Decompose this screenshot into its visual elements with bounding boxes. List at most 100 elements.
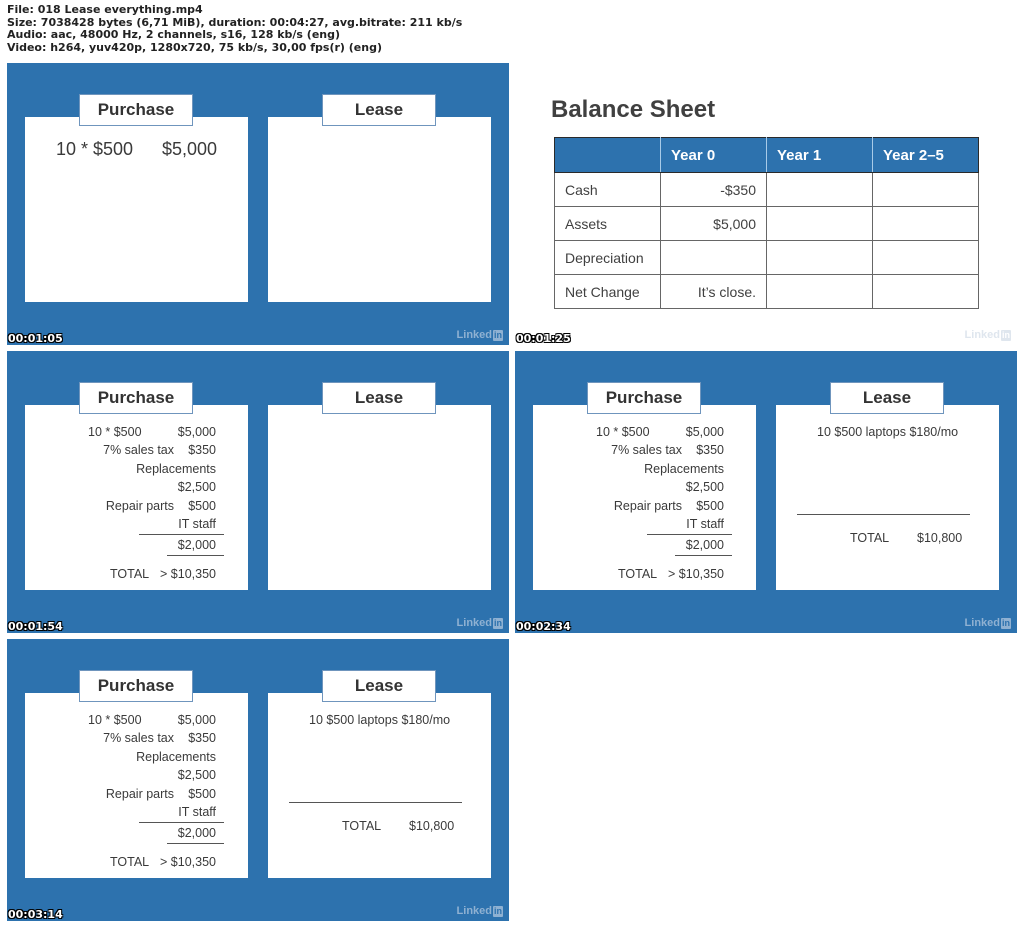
linkedin-logo: Linked in <box>965 329 1011 341</box>
divider <box>647 534 732 535</box>
file-info-header: File: 018 Lease everything.mp4 Size: 703… <box>7 3 462 54</box>
purchase-repair-value: $500 <box>696 499 724 513</box>
purchase-title: Purchase <box>79 94 193 126</box>
lease-total-label: TOTAL <box>342 819 382 833</box>
purchase-total-value: > $10,350 <box>160 567 216 581</box>
purchase-line-label: 10 * $500 <box>56 139 134 159</box>
linkedin-wordmark: Linked <box>456 905 492 917</box>
purchase-tax-label: 7% sales tax <box>611 443 682 457</box>
row-label: Cash <box>554 172 661 207</box>
purchase-units-label: 10 * $500 <box>88 425 142 439</box>
cell-year1 <box>766 172 873 207</box>
lease-card <box>268 405 491 590</box>
purchase-units-label: 10 * $500 <box>88 713 142 727</box>
linkedin-in-icon: in <box>1001 617 1011 629</box>
purchase-total-value: > $10,350 <box>668 567 724 581</box>
linkedin-in-icon: in <box>1001 329 1011 341</box>
timestamp: 00:01:05 <box>8 332 63 345</box>
purchase-tax-label: 7% sales tax <box>103 731 174 745</box>
row-label: Net Change <box>554 274 661 309</box>
video-thumbnail-2[interactable]: Balance Sheet Year 0 Year 1 Year 2–5 Cas… <box>515 63 1017 345</box>
linkedin-in-icon: in <box>493 905 503 917</box>
cell-year2-5 <box>872 206 979 241</box>
video-thumbnail-1[interactable]: Purchase Lease 10 * $500 $5,000 Linked in… <box>7 63 509 345</box>
cell-year0: $5,000 <box>660 206 767 241</box>
purchase-total-label: TOTAL <box>618 567 658 581</box>
purchase-units-value: $5,000 <box>685 425 724 439</box>
row-label: Depreciation <box>554 240 661 275</box>
purchase-units-value: $5,000 <box>177 425 216 439</box>
divider <box>139 534 224 535</box>
timestamp: 00:02:34 <box>516 620 571 633</box>
purchase-tax-value: $350 <box>188 443 216 457</box>
purchase-total-label: TOTAL <box>110 855 150 869</box>
linkedin-logo: Linked in <box>457 905 503 917</box>
linkedin-wordmark: Linked <box>964 617 1000 629</box>
purchase-it-staff-label: IT staff <box>178 805 216 819</box>
lease-total-label: TOTAL <box>850 531 890 545</box>
lease-total-value: $10,800 <box>917 531 963 545</box>
lease-title: Lease <box>322 670 436 702</box>
purchase-repair-label: Repair parts <box>105 787 174 801</box>
purchase-total-label: TOTAL <box>110 567 150 581</box>
linkedin-wordmark: Linked <box>456 617 492 629</box>
cell-year1 <box>766 206 873 241</box>
purchase-replacements-label: Replacements <box>136 750 216 764</box>
purchase-line-value: $5,000 <box>162 139 218 159</box>
table-row: Depreciation <box>554 240 979 275</box>
cell-year0: It’s close. <box>660 274 767 309</box>
lease-line: 10 $500 laptops $180/mo <box>309 713 451 727</box>
purchase-replacements-value: $2,500 <box>177 768 216 782</box>
cell-year2-5 <box>872 240 979 275</box>
purchase-it-staff-value: $2,000 <box>685 538 724 552</box>
lease-title: Lease <box>830 382 944 414</box>
video-thumbnail-4[interactable]: Purchase Lease 10 * $500 $5,000 7% sales… <box>515 351 1017 633</box>
cell-year0 <box>660 240 767 275</box>
purchase-total-value: > $10,350 <box>160 855 216 869</box>
cell-year2-5 <box>872 172 979 207</box>
purchase-tax-value: $350 <box>188 731 216 745</box>
linkedin-wordmark: Linked <box>964 329 1000 341</box>
purchase-repair-label: Repair parts <box>105 499 174 513</box>
file-name-line: File: 018 Lease everything.mp4 <box>7 3 203 16</box>
table-header-row: Year 0 Year 1 Year 2–5 <box>554 137 979 173</box>
purchase-title: Purchase <box>587 382 701 414</box>
divider <box>167 843 224 844</box>
divider <box>675 555 732 556</box>
purchase-it-staff-value: $2,000 <box>177 826 216 840</box>
cell-year1 <box>766 240 873 275</box>
linkedin-logo: Linked in <box>965 617 1011 629</box>
divider <box>797 514 970 515</box>
balance-sheet-table: Year 0 Year 1 Year 2–5 Cash -$350 Assets… <box>554 137 979 309</box>
video-thumbnail-3[interactable]: Purchase Lease 10 * $500 $5,000 7% sales… <box>7 351 509 633</box>
cell-year2-5 <box>872 274 979 309</box>
purchase-replacements-value: $2,500 <box>685 480 724 494</box>
lease-title: Lease <box>322 382 436 414</box>
divider <box>167 555 224 556</box>
table-row: Net Change It’s close. <box>554 274 979 309</box>
balance-sheet-title: Balance Sheet <box>551 96 716 123</box>
purchase-title: Purchase <box>79 670 193 702</box>
row-label: Assets <box>554 206 661 241</box>
column-header <box>554 137 661 173</box>
video-thumbnail-5[interactable]: Purchase Lease 10 * $500 $5,000 7% sales… <box>7 639 509 921</box>
table-row: Cash -$350 <box>554 172 979 207</box>
video-info-line: Video: h264, yuv420p, 1280x720, 75 kb/s,… <box>7 40 382 54</box>
purchase-replacements-label: Replacements <box>644 462 724 476</box>
purchase-replacements-label: Replacements <box>136 462 216 476</box>
timestamp: 00:03:14 <box>8 908 63 921</box>
column-header: Year 2–5 <box>872 137 979 173</box>
purchase-units-value: $5,000 <box>177 713 216 727</box>
table-row: Assets $5,000 <box>554 206 979 241</box>
purchase-title: Purchase <box>79 382 193 414</box>
column-header: Year 1 <box>766 137 873 173</box>
linkedin-logo: Linked in <box>457 617 503 629</box>
purchase-tax-value: $350 <box>696 443 724 457</box>
audio-info-line: Audio: aac, 48000 Hz, 2 channels, s16, 1… <box>7 28 341 41</box>
lease-card <box>268 117 491 302</box>
cell-year0: -$350 <box>660 172 767 207</box>
purchase-repair-value: $500 <box>188 787 216 801</box>
lease-total-value: $10,800 <box>409 819 455 833</box>
purchase-repair-label: Repair parts <box>613 499 682 513</box>
timestamp: 00:01:25 <box>516 332 571 345</box>
